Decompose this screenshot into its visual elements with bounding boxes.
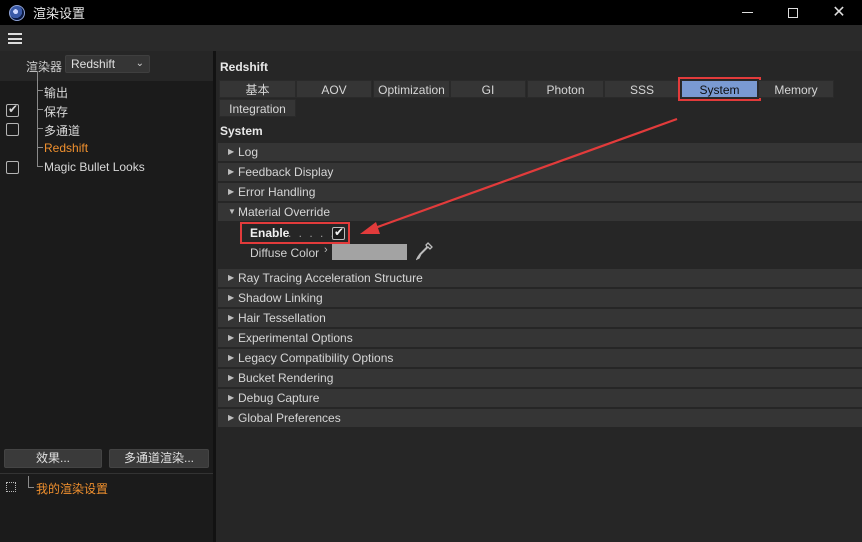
expand-triangle-icon: ▶ [228, 147, 235, 156]
tree-branch-line [37, 110, 43, 129]
group-bucket-rendering[interactable]: ▶ Bucket Rendering [218, 369, 862, 387]
tree-item-output[interactable]: 输出 [0, 72, 213, 101]
group-error-handling[interactable]: ▶ Error Handling [218, 183, 862, 201]
tab-basic[interactable]: 基本 [219, 80, 296, 98]
expand-triangle-icon: ▶ [228, 273, 235, 282]
expand-triangle-icon: ▶ [228, 293, 235, 302]
expand-triangle-icon: ▶ [228, 313, 235, 322]
multipass-checkbox[interactable] [6, 123, 19, 136]
group-experimental-options[interactable]: ▶ Experimental Options [218, 329, 862, 347]
group-label: Experimental Options [238, 331, 353, 345]
section-title: System [220, 124, 263, 138]
group-hair-tessellation[interactable]: ▶ Hair Tessellation [218, 309, 862, 327]
group-legacy-compatibility[interactable]: ▶ Legacy Compatibility Options [218, 349, 862, 367]
tree-item-label: 多通道 [44, 124, 81, 138]
chevron-down-icon: ⌄ [135, 58, 144, 69]
group-log[interactable]: ▶ Log [218, 143, 862, 161]
tree-item-multipass[interactable]: 多通道 [0, 110, 213, 139]
enable-row: Enable . . . . . [240, 222, 350, 244]
hamburger-menu-icon[interactable] [8, 33, 22, 44]
minimize-button[interactable] [724, 0, 770, 25]
eyedropper-icon[interactable] [416, 241, 434, 261]
tree-item-label: Magic Bullet Looks [44, 160, 145, 174]
group-label: Material Override [238, 205, 331, 219]
group-global-preferences[interactable]: ▶ Global Preferences [218, 409, 862, 427]
multipass-render-button[interactable]: 多通道渲染... [109, 449, 209, 468]
tree-branch-line [37, 91, 43, 110]
expand-triangle-icon: ▶ [228, 333, 235, 342]
tree-branch-line [37, 148, 43, 167]
expand-triangle-icon: ▶ [228, 167, 235, 176]
minimize-icon [741, 12, 753, 13]
tree-item-save[interactable]: 保存 [0, 91, 213, 120]
right-panel: Redshift 基本 AOV Optimization GI Photon S… [216, 51, 862, 542]
group-label: Log [238, 145, 259, 159]
chevron-right-icon[interactable]: › [324, 244, 328, 256]
expand-triangle-icon: ▶ [228, 187, 235, 196]
tab-gi[interactable]: GI [450, 80, 526, 98]
tree-item-label: 保存 [44, 105, 69, 119]
effects-button[interactable]: 效果... [4, 449, 102, 468]
tree-item-redshift[interactable]: Redshift [0, 129, 213, 158]
group-label: Feedback Display [238, 165, 334, 179]
group-label: Hair Tessellation [238, 311, 326, 325]
tree-branch-line [28, 476, 34, 488]
tree-item-magic-bullet-looks[interactable]: Magic Bullet Looks [0, 148, 213, 177]
group-ray-tracing[interactable]: ▶ Ray Tracing Acceleration Structure [218, 269, 862, 287]
tab-aov[interactable]: AOV [296, 80, 372, 98]
enable-label: Enable [250, 226, 290, 240]
close-icon: ✕ [832, 3, 846, 21]
group-feedback-display[interactable]: ▶ Feedback Display [218, 163, 862, 181]
expand-triangle-icon: ▶ [228, 413, 235, 422]
group-shadow-linking[interactable]: ▶ Shadow Linking [218, 289, 862, 307]
group-material-override[interactable]: ▼ Material Override [218, 203, 862, 221]
group-label: Global Preferences [238, 411, 341, 425]
group-label: Ray Tracing Acceleration Structure [238, 271, 423, 285]
group-label: Debug Capture [238, 391, 320, 405]
expand-triangle-icon: ▶ [228, 393, 235, 402]
group-label: Legacy Compatibility Options [238, 351, 394, 365]
save-checkbox[interactable] [6, 102, 19, 117]
maximize-button[interactable] [770, 0, 816, 25]
enable-checkbox[interactable] [332, 225, 345, 240]
renderer-label: 渲染器 [26, 60, 63, 74]
preset-item-my-render-settings[interactable]: 我的渲染设置 [36, 480, 108, 497]
group-label: Error Handling [238, 185, 316, 199]
tree-branch-line [37, 72, 43, 91]
tree-item-label: Redshift [44, 141, 89, 155]
window-title: 渲染设置 [33, 6, 86, 21]
tab-system[interactable]: System [678, 77, 761, 101]
tab-sss[interactable]: SSS [604, 80, 680, 98]
tab-memory[interactable]: Memory [758, 80, 834, 98]
diffuse-color-swatch[interactable] [332, 244, 407, 260]
tab-integration[interactable]: Integration [219, 99, 296, 117]
renderer-value: Redshift [71, 57, 116, 71]
expand-triangle-icon: ▶ [228, 353, 235, 362]
renderer-row: 渲染器 Redshift ⌄ [0, 51, 213, 81]
group-label: Bucket Rendering [238, 371, 334, 385]
group-debug-capture[interactable]: ▶ Debug Capture [218, 389, 862, 407]
expand-triangle-icon: ▶ [228, 373, 235, 382]
title-bar: 渲染设置 ✕ [0, 0, 862, 25]
diffuse-color-label: Diffuse Color [250, 246, 320, 260]
renderer-dropdown[interactable]: Redshift ⌄ [65, 55, 150, 73]
tab-optimization[interactable]: Optimization [373, 80, 450, 98]
left-panel: 渲染器 Redshift ⌄ 输出 保存 多通道 Redshift Magic [0, 51, 213, 542]
panel-title: Redshift [220, 60, 268, 74]
tab-photon[interactable]: Photon [527, 80, 604, 98]
close-button[interactable]: ✕ [816, 0, 862, 25]
tree-item-label: 输出 [44, 86, 69, 100]
expand-icon[interactable] [6, 482, 16, 492]
enable-dots: . . . . . [288, 226, 337, 240]
group-label: Shadow Linking [238, 291, 323, 305]
magic-bullet-checkbox[interactable] [6, 161, 19, 174]
tree-branch-line [37, 129, 43, 148]
maximize-icon [788, 7, 798, 18]
render-presets-list: 我的渲染设置 [0, 473, 213, 542]
collapse-triangle-icon: ▼ [228, 207, 236, 216]
settings-tree: 输出 保存 多通道 Redshift Magic Bullet Looks [0, 72, 213, 493]
menu-bar [0, 25, 862, 51]
cinema4d-app-icon [9, 4, 25, 21]
